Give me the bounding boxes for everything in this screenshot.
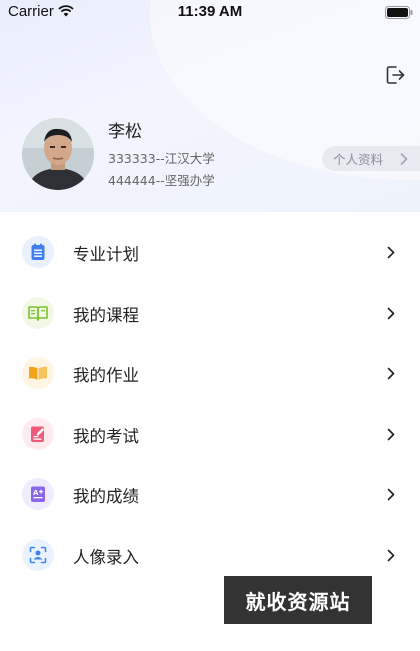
menu-item-label: 我的课程 bbox=[73, 305, 139, 325]
menu-item-my-grades[interactable]: A 我的成绩 bbox=[0, 464, 420, 525]
grade-icon: A bbox=[22, 478, 54, 510]
chevron-right-icon bbox=[387, 367, 395, 380]
face-capture-icon bbox=[22, 538, 54, 571]
chevron-right-icon bbox=[387, 549, 395, 561]
user-name: 李松 bbox=[108, 122, 142, 142]
menu-item-label: 我的成绩 bbox=[73, 487, 139, 506]
menu-list: 专业计划 我的课程 我的作业 我的考试 A 我的成绩 人像录入 bbox=[0, 222, 420, 585]
chevron-right-icon bbox=[400, 153, 408, 165]
menu-item-major-plan[interactable]: 专业计划 bbox=[0, 222, 420, 283]
homework-book-icon bbox=[22, 357, 54, 389]
svg-text:A: A bbox=[33, 489, 39, 497]
plan-list-icon bbox=[22, 236, 54, 268]
menu-item-my-courses[interactable]: 我的课程 bbox=[0, 283, 420, 344]
course-book-icon bbox=[22, 296, 54, 329]
profile-details-button[interactable]: 个人资料 bbox=[322, 146, 420, 171]
avatar-photo bbox=[22, 118, 94, 190]
battery-icon bbox=[385, 6, 413, 19]
menu-item-label: 我的作业 bbox=[73, 366, 139, 385]
chevron-right-icon bbox=[387, 246, 395, 259]
status-time: 11:39 AM bbox=[177, 3, 243, 20]
exam-paper-icon bbox=[22, 417, 54, 450]
user-org-line-2: 444444--坚强办学 bbox=[108, 173, 215, 188]
menu-item-label: 人像录入 bbox=[73, 547, 139, 567]
chevron-right-icon bbox=[387, 428, 395, 440]
chevron-right-icon bbox=[387, 488, 395, 501]
menu-item-label: 我的考试 bbox=[73, 426, 139, 446]
watermark-badge: 就收资源站 bbox=[224, 576, 372, 624]
logout-icon[interactable] bbox=[384, 64, 406, 86]
watermark-text: 就收资源站 bbox=[245, 589, 351, 614]
user-org-line-1: 333333--江汉大学 bbox=[108, 151, 215, 166]
menu-item-my-exams[interactable]: 我的考试 bbox=[0, 404, 420, 465]
avatar[interactable] bbox=[22, 118, 94, 190]
chevron-right-icon bbox=[387, 307, 395, 319]
menu-item-my-homework[interactable]: 我的作业 bbox=[0, 343, 420, 404]
menu-item-label: 专业计划 bbox=[73, 245, 139, 264]
status-bar: Carrier 11:39 AM bbox=[0, 0, 420, 24]
profile-details-label: 个人资料 bbox=[333, 152, 384, 167]
